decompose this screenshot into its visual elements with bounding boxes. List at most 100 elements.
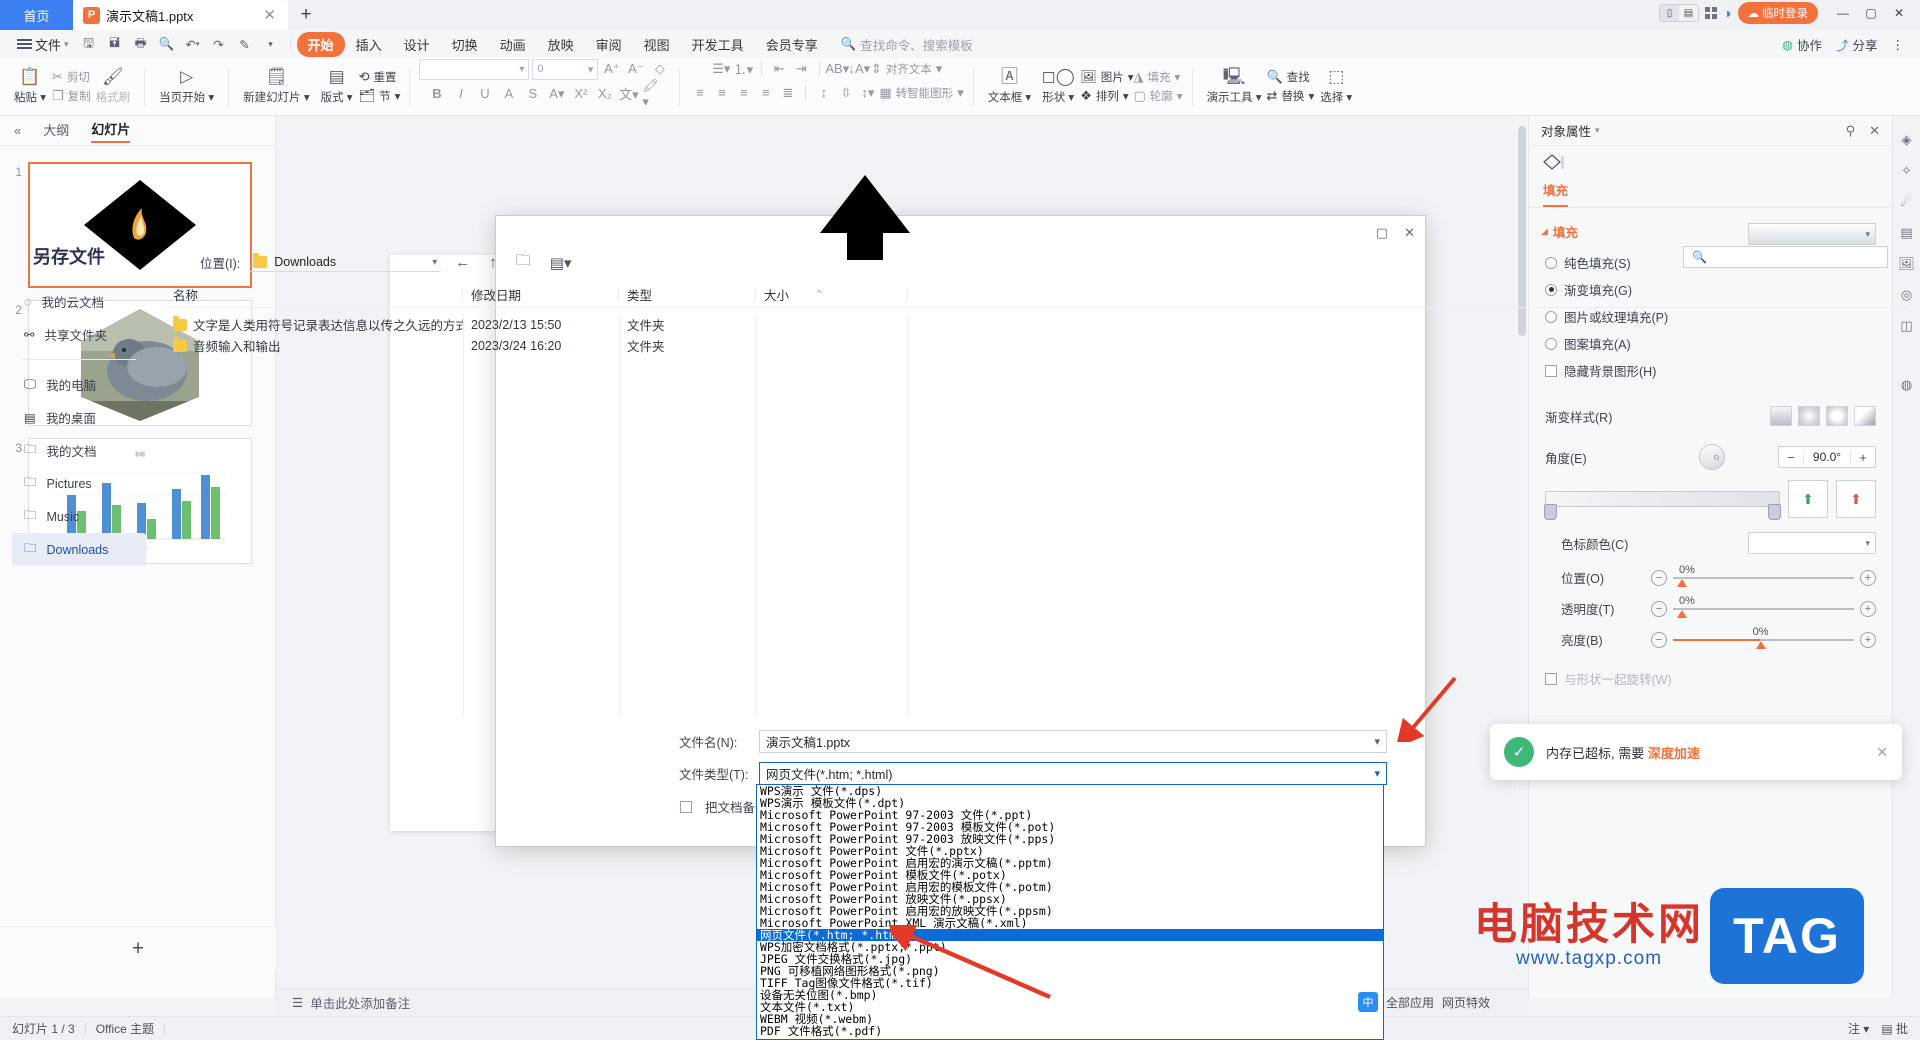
cut-button[interactable]: ✂ 剪切 (52, 69, 91, 85)
filetype-dropdown-list[interactable]: WPS演示 文件(*.dps) WPS演示 模板文件(*.dpt) Microsof… (756, 784, 1384, 1040)
ribbon-tab-review[interactable]: 审阅 (585, 32, 633, 57)
ribbon-tab-view[interactable]: 视图 (633, 32, 681, 57)
select-pane-icon[interactable]: ▤ (1900, 225, 1912, 241)
sidebar-item-desktop[interactable]: ▤ 我的桌面 (12, 401, 146, 434)
fill-button[interactable]: ◮ 填充 ▾ (1133, 69, 1182, 85)
home-tab[interactable]: 首页 (0, 0, 73, 30)
save-icon[interactable]: 🖫 (76, 32, 102, 56)
shape-button[interactable]: ◻◯ 形状 ▾ (1036, 66, 1080, 107)
highlight-icon[interactable]: 🖍▾ (642, 78, 663, 109)
text-shadow-icon[interactable]: A (498, 84, 519, 104)
section-button[interactable]: 🗂 节 ▾ (359, 88, 401, 104)
outline-button[interactable]: ▢ 轮廓 ▾ (1133, 88, 1182, 104)
underline-icon[interactable]: U (474, 84, 495, 104)
table-row[interactable]: 文字是人类用符号记录表达信息以传之久远的方式... 2023/2/13 15:5… (165, 314, 1908, 335)
numbered-list-icon[interactable]: ⒈▾ (733, 59, 754, 79)
align-right-icon[interactable]: ≡ (733, 83, 754, 103)
ribbon-tab-devtools[interactable]: 开发工具 (681, 32, 755, 57)
login-button[interactable]: ☁ 临时登录 (1737, 2, 1818, 24)
find-button[interactable]: 🔍 查找 (1267, 69, 1315, 85)
chevron-down-icon[interactable]: ▾ (1374, 735, 1380, 748)
close-icon[interactable]: ✕ (1869, 123, 1880, 139)
distribute-icon[interactable]: ≣ (777, 83, 798, 103)
format-painter-button[interactable]: 🖌 格式刷 (91, 66, 136, 107)
collaborate-button[interactable]: ◍ 协作 (1782, 35, 1822, 54)
animation-pane-icon[interactable]: ☄ (1901, 194, 1913, 210)
italic-icon[interactable]: I (450, 84, 471, 104)
sidebar-item-shared[interactable]: ⚯ 共享文件夹 (12, 318, 146, 351)
comment-button[interactable]: ▤ 批 (1881, 1020, 1908, 1037)
column-spacing-icon[interactable]: ↕▾ (857, 83, 878, 103)
font-size-select[interactable]: 0 ▾ (532, 58, 599, 80)
view-mode-icon[interactable]: ▤▾ (545, 252, 577, 274)
table-row[interactable]: 音频输入和输出 2023/3/24 16:20 文件夹 (165, 335, 1908, 356)
tray-item-web-effects[interactable]: 网页特效 (1442, 994, 1490, 1011)
to-smartart-icon[interactable]: ▦ 转智能图形 ▾ (879, 83, 963, 103)
ime-icon[interactable]: 中 (1357, 992, 1378, 1012)
text-direction-icon[interactable]: AB▾ (825, 59, 849, 79)
reset-button[interactable]: ⟲ 重置 (359, 69, 401, 85)
new-tab-button[interactable]: + (288, 0, 324, 30)
tab-slides[interactable]: 幻灯片 (91, 119, 131, 143)
sidebar-item-downloads[interactable]: 🗀 Downloads (12, 533, 146, 566)
increase-font-size-icon[interactable]: A⁺ (601, 59, 622, 79)
paragraph-spacing-icon[interactable]: ⇳ (835, 83, 856, 103)
up-arrow-icon[interactable]: ↑ (484, 252, 502, 273)
filetype-input[interactable]: 网页文件(*.htm; *.html) ▾ (759, 762, 1387, 785)
layout-button[interactable]: ▤ 版式 ▾ (315, 66, 359, 107)
decrease-indent-icon[interactable]: ⇤ (769, 59, 790, 79)
fill-preview-select[interactable]: ▾ (1748, 223, 1876, 245)
pin-icon[interactable]: ⚲ (1846, 123, 1856, 139)
note-view-button[interactable]: 注 ▾ (1848, 1020, 1869, 1037)
new-slide-button[interactable]: 🗒 新建幻灯片 ▾ (238, 66, 314, 107)
design-ideas-icon[interactable]: ✧ (1901, 163, 1912, 179)
bold-icon[interactable]: B (426, 84, 447, 104)
start-from-current-button[interactable]: ▷ 当页开始 ▾ (154, 66, 219, 107)
back-arrow-icon[interactable]: ← (450, 252, 475, 273)
sidebar-item-computer[interactable]: 🖵 我的电脑 (12, 368, 146, 401)
memory-notification[interactable]: ✓ 内存已超标, 需要 深度加速 ✕ (1490, 724, 1902, 780)
tray-item-all-apps[interactable]: 全部应用 (1386, 994, 1434, 1011)
new-folder-icon[interactable]: 🗀 (511, 248, 536, 277)
apps-grid-icon[interactable] (1705, 7, 1718, 19)
window-close-button[interactable]: ✕ (1886, 2, 1912, 24)
location-select[interactable]: Downloads ▾ (249, 253, 442, 272)
column-header-size[interactable]: 大小 (756, 285, 908, 304)
justify-icon[interactable]: ≡ (755, 83, 776, 103)
column-header-date[interactable]: 修改日期 (463, 285, 619, 304)
phonetic-guide-icon[interactable]: 文▾ (618, 84, 639, 104)
collapse-panel-icon[interactable]: « (14, 123, 21, 138)
share-button[interactable]: ⤴ 分享 (1836, 35, 1878, 54)
decrease-font-size-icon[interactable]: A⁻ (625, 59, 646, 79)
align-text-icon[interactable]: ⇕ 对齐文本 ▾ (871, 59, 942, 79)
dialog-search-input[interactable]: 🔍 (1683, 246, 1888, 268)
file-menu[interactable]: 文件 ▾ (10, 32, 76, 56)
present-tools-button[interactable]: 🖳 演示工具 ▾ (1202, 66, 1267, 107)
command-search[interactable]: 🔍 查找命令、搜索模板 (841, 35, 973, 54)
ribbon-tab-design[interactable]: 设计 (393, 32, 441, 57)
line-spacing-icon[interactable]: ↕ (813, 83, 834, 103)
document-tab[interactable]: P 演示文稿1.pptx ✕ (73, 0, 288, 30)
select-button[interactable]: ⬚ 选择 ▾ (1314, 66, 1358, 107)
customize-toolbar-icon[interactable]: ▾ (258, 32, 284, 56)
sort-icon[interactable]: ↓A▾ (848, 59, 870, 79)
arrange-button[interactable]: ❖ 排列 ▾ (1080, 88, 1133, 104)
save-as-icon[interactable]: 🖬 (102, 32, 128, 56)
bullet-list-icon[interactable]: ☰▾ (711, 59, 732, 79)
print-icon[interactable]: 🖶 (128, 32, 154, 56)
sidebar-item-documents[interactable]: 🗀 我的文档 (12, 434, 146, 467)
sidebar-item-pictures[interactable]: 🗀 Pictures (12, 467, 146, 500)
add-slide-button[interactable]: + (0, 926, 276, 970)
sidebar-item-music[interactable]: 🗀 Music (12, 500, 146, 533)
format-painter-icon[interactable]: ✎ (232, 32, 258, 56)
backup-checkbox-row[interactable]: 把文档备份 (680, 797, 768, 816)
copy-button[interactable]: ❐ 复制 (52, 88, 91, 104)
object-properties-title[interactable]: 对象属性 ▾ (1541, 121, 1600, 140)
picture-lib-icon[interactable]: 🖼 (1898, 256, 1915, 272)
tab-outline[interactable]: 大纲 (43, 120, 69, 142)
strikethrough-icon[interactable]: S (522, 84, 543, 104)
picture-button[interactable]: 🖼 图片 ▾ (1080, 69, 1133, 85)
column-header-name[interactable]: 名称 (165, 285, 463, 304)
dialog-maximize-button[interactable]: ▢ (1376, 225, 1388, 241)
dual-page-view-icon[interactable]: ▤ (1679, 5, 1698, 21)
